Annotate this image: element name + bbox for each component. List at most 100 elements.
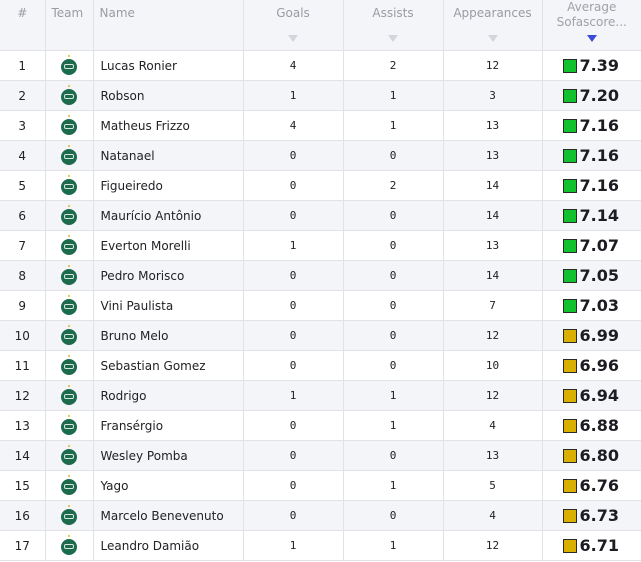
- name-cell[interactable]: Pedro Morisco: [93, 260, 244, 291]
- name-cell[interactable]: Bruno Melo: [93, 320, 244, 351]
- team-cell[interactable]: [45, 380, 94, 411]
- sort-arrow-icon[interactable]: [288, 35, 298, 42]
- player-name-link[interactable]: Fransérgio: [101, 419, 164, 433]
- player-name-link[interactable]: Maurício Antônio: [101, 209, 202, 223]
- team-logo-icon[interactable]: [61, 265, 77, 285]
- team-cell[interactable]: [45, 170, 94, 201]
- team-cell[interactable]: [45, 140, 94, 171]
- player-name-link[interactable]: Bruno Melo: [101, 329, 169, 343]
- table-row[interactable]: 9 Vini Paulista 0 0 7 7.03: [0, 290, 641, 321]
- team-cell[interactable]: [45, 530, 94, 561]
- team-cell[interactable]: [45, 440, 94, 471]
- player-name-link[interactable]: Lucas Ronier: [101, 59, 178, 73]
- name-cell[interactable]: Fransérgio: [93, 410, 244, 441]
- team-logo-icon[interactable]: [61, 115, 77, 135]
- table-row[interactable]: 14 Wesley Pomba 0 0 13 6.80: [0, 440, 641, 471]
- player-name-link[interactable]: Sebastian Gomez: [101, 359, 206, 373]
- player-name-link[interactable]: Everton Morelli: [101, 239, 191, 253]
- team-logo-icon[interactable]: [61, 415, 77, 435]
- name-cell[interactable]: Sebastian Gomez: [93, 350, 244, 381]
- player-name-link[interactable]: Vini Paulista: [101, 299, 174, 313]
- team-logo-icon[interactable]: [61, 505, 77, 525]
- team-logo-icon[interactable]: [61, 85, 77, 105]
- name-cell[interactable]: Rodrigo: [93, 380, 244, 411]
- table-row[interactable]: 15 Yago 0 1 5 6.76: [0, 470, 641, 501]
- team-logo-icon[interactable]: [61, 535, 77, 555]
- rating-cell: 7.14: [542, 200, 641, 231]
- header-assists-sort[interactable]: Assists: [343, 0, 444, 51]
- rank-cell: 17: [0, 530, 46, 561]
- header-goals-sort[interactable]: Goals: [243, 0, 344, 51]
- team-logo-icon[interactable]: [61, 235, 77, 255]
- player-name-link[interactable]: Rodrigo: [101, 389, 147, 403]
- team-cell[interactable]: [45, 260, 94, 291]
- table-row[interactable]: 13 Fransérgio 0 1 4 6.88: [0, 410, 641, 441]
- team-cell[interactable]: [45, 230, 94, 261]
- name-cell[interactable]: Matheus Frizzo: [93, 110, 244, 141]
- team-logo-icon[interactable]: [61, 175, 77, 195]
- name-cell[interactable]: Natanael: [93, 140, 244, 171]
- name-cell[interactable]: Robson: [93, 80, 244, 111]
- team-logo-icon[interactable]: [61, 385, 77, 405]
- table-row[interactable]: 5 Figueiredo 0 2 14 7.16: [0, 170, 641, 201]
- player-name-link[interactable]: Marcelo Benevenuto: [101, 509, 224, 523]
- table-row[interactable]: 7 Everton Morelli 1 0 13 7.07: [0, 230, 641, 261]
- team-logo-icon[interactable]: [61, 325, 77, 345]
- team-cell[interactable]: [45, 50, 94, 81]
- player-name-link[interactable]: Pedro Morisco: [101, 269, 185, 283]
- team-cell[interactable]: [45, 410, 94, 441]
- name-cell[interactable]: Leandro Damião: [93, 530, 244, 561]
- name-cell[interactable]: Vini Paulista: [93, 290, 244, 321]
- player-name-link[interactable]: Leandro Damião: [101, 539, 200, 553]
- player-name-link[interactable]: Yago: [101, 479, 129, 493]
- team-logo-icon[interactable]: [61, 205, 77, 225]
- table-row[interactable]: 10 Bruno Melo 0 0 12 6.99: [0, 320, 641, 351]
- team-cell[interactable]: [45, 500, 94, 531]
- table-row[interactable]: 16 Marcelo Benevenuto 0 0 4 6.73: [0, 500, 641, 531]
- team-logo-icon[interactable]: [61, 145, 77, 165]
- assists-value: 0: [389, 359, 397, 372]
- team-cell[interactable]: [45, 80, 94, 111]
- team-logo-icon[interactable]: [61, 475, 77, 495]
- sort-arrow-icon[interactable]: [388, 35, 398, 42]
- team-cell[interactable]: [45, 110, 94, 141]
- table-row[interactable]: 3 Matheus Frizzo 4 1 13 7.16: [0, 110, 641, 141]
- table-row[interactable]: 17 Leandro Damião 1 1 12 6.71: [0, 530, 641, 561]
- table-row[interactable]: 11 Sebastian Gomez 0 0 10 6.96: [0, 350, 641, 381]
- name-cell[interactable]: Figueiredo: [93, 170, 244, 201]
- table-row[interactable]: 1 Lucas Ronier 4 2 12 7.39: [0, 50, 641, 81]
- player-name-link[interactable]: Robson: [101, 89, 145, 103]
- table-body: 1 Lucas Ronier 4 2 12 7.39 2 Robson 1 1 3 7.20 3 Math…: [0, 50, 641, 561]
- header-appearances-sort[interactable]: Appearances: [443, 0, 543, 51]
- team-logo-icon[interactable]: [61, 55, 77, 75]
- table-row[interactable]: 8 Pedro Morisco 0 0 14 7.05: [0, 260, 641, 291]
- header-rating-sort[interactable]: Average Sofascore...: [542, 0, 641, 51]
- team-cell[interactable]: [45, 470, 94, 501]
- name-cell[interactable]: Marcelo Benevenuto: [93, 500, 244, 531]
- sort-arrow-active-icon[interactable]: [586, 35, 597, 42]
- name-cell[interactable]: Everton Morelli: [93, 230, 244, 261]
- table-row[interactable]: 4 Natanael 0 0 13 7.16: [0, 140, 641, 171]
- team-cell[interactable]: [45, 320, 94, 351]
- table-row[interactable]: 2 Robson 1 1 3 7.20: [0, 80, 641, 111]
- player-name-link[interactable]: Natanael: [101, 149, 155, 163]
- name-cell[interactable]: Lucas Ronier: [93, 50, 244, 81]
- appearances-value: 13: [485, 239, 500, 252]
- name-cell[interactable]: Yago: [93, 470, 244, 501]
- team-logo-icon[interactable]: [61, 355, 77, 375]
- player-name-link[interactable]: Wesley Pomba: [101, 449, 188, 463]
- player-name-link[interactable]: Matheus Frizzo: [101, 119, 190, 133]
- team-logo-icon[interactable]: [61, 295, 77, 315]
- team-cell[interactable]: [45, 350, 94, 381]
- team-cell[interactable]: [45, 290, 94, 321]
- team-logo-icon[interactable]: [61, 445, 77, 465]
- goals-cell: 1: [243, 80, 344, 111]
- team-cell[interactable]: [45, 200, 94, 231]
- appearances-cell: 12: [443, 50, 543, 81]
- sort-arrow-icon[interactable]: [487, 35, 498, 42]
- name-cell[interactable]: Wesley Pomba: [93, 440, 244, 471]
- player-name-link[interactable]: Figueiredo: [101, 179, 163, 193]
- name-cell[interactable]: Maurício Antônio: [93, 200, 244, 231]
- table-row[interactable]: 12 Rodrigo 1 1 12 6.94: [0, 380, 641, 411]
- table-row[interactable]: 6 Maurício Antônio 0 0 14 7.14: [0, 200, 641, 231]
